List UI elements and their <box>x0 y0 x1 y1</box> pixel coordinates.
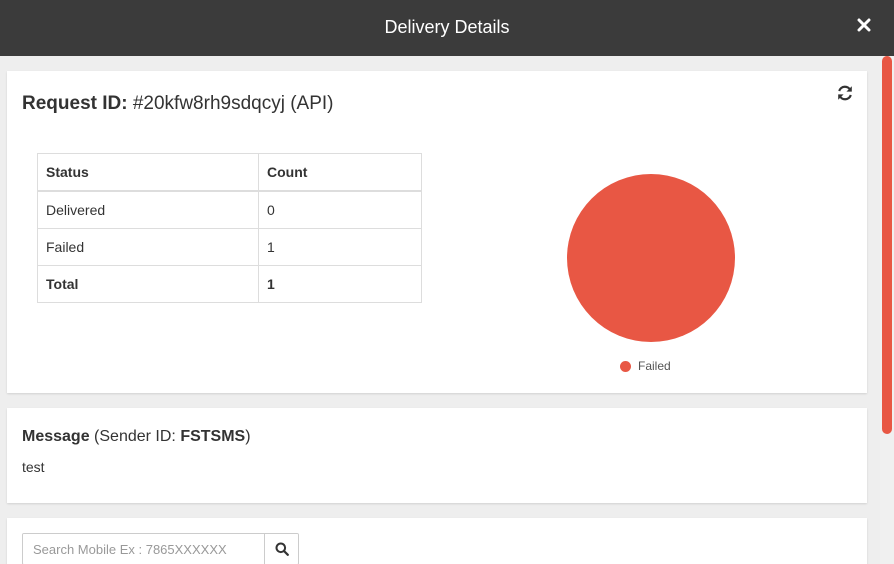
request-id-label: Request ID: <box>22 93 128 114</box>
sender-id: FSTSMS <box>180 428 246 445</box>
search-button[interactable] <box>264 534 298 564</box>
refresh-button[interactable] <box>835 83 855 103</box>
pie-slice-failed[interactable] <box>567 174 735 342</box>
count-cell: 0 <box>258 190 422 229</box>
message-heading: Message (Sender ID: FSTSMS) <box>22 428 251 446</box>
status-cell: Total <box>37 265 259 303</box>
legend-label-failed: Failed <box>638 359 671 373</box>
column-header-count: Count <box>258 153 422 192</box>
search-card <box>7 518 867 564</box>
close-icon <box>857 18 871 32</box>
modal-title: Delivery Details <box>384 17 510 37</box>
message-label: Message <box>22 428 90 445</box>
modal-body: Request ID: #20kfw8rh9sdqcyj (API) Statu… <box>0 56 880 564</box>
request-id-heading: Request ID: #20kfw8rh9sdqcyj (API) <box>22 93 334 115</box>
legend-swatch-failed <box>620 360 631 372</box>
modal-header: Delivery Details <box>0 0 894 56</box>
request-id-value: #20kfw8rh9sdqcyj (API) <box>132 93 334 114</box>
table-row: Failed 1 <box>37 228 422 266</box>
sender-prefix: (Sender ID: <box>94 428 181 445</box>
message-card: Message (Sender ID: FSTSMS) test <box>7 408 867 503</box>
message-body: test <box>22 459 45 475</box>
status-table: Status Count Delivered 0 Failed 1 Total … <box>37 153 422 303</box>
delivery-pie-chart <box>557 171 737 351</box>
table-row: Delivered 0 <box>37 190 422 229</box>
count-cell: 1 <box>258 265 422 303</box>
search-group <box>22 533 299 564</box>
refresh-icon <box>838 85 852 101</box>
status-cell: Failed <box>37 228 259 266</box>
search-icon <box>275 542 289 556</box>
count-cell: 1 <box>258 228 422 266</box>
table-row-total: Total 1 <box>37 265 422 303</box>
pie-chart-svg <box>567 174 735 342</box>
search-input[interactable] <box>23 534 264 564</box>
sender-suffix: ) <box>245 428 251 445</box>
column-header-status: Status <box>37 153 259 192</box>
table-header-row: Status Count <box>37 153 422 192</box>
close-button[interactable] <box>852 13 876 41</box>
chart-legend[interactable]: Failed <box>620 359 671 373</box>
status-cell: Delivered <box>37 190 259 229</box>
scrollbar-thumb[interactable] <box>882 56 892 434</box>
request-summary-card: Request ID: #20kfw8rh9sdqcyj (API) Statu… <box>7 71 867 393</box>
